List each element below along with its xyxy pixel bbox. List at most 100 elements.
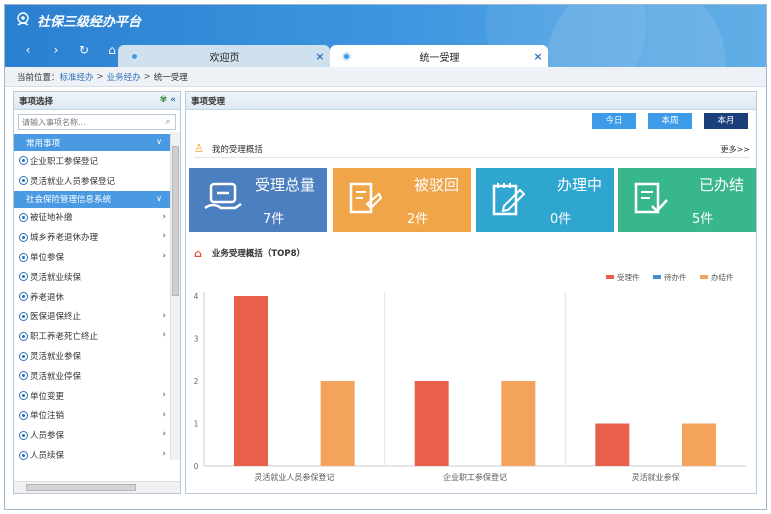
item-label: 养老退休: [30, 292, 65, 303]
rejected-doc-icon: [349, 182, 383, 214]
item-bullet-icon: [19, 430, 28, 440]
list-item[interactable]: 被征地补缴 ›: [14, 208, 170, 228]
item-label: 单位变更: [30, 391, 65, 402]
collapse-left-icon[interactable]: «: [170, 95, 176, 105]
card-rejected[interactable]: 被驳回 2件: [333, 168, 471, 232]
legend-swatch: [700, 275, 708, 279]
item-bullet-icon: [19, 371, 28, 381]
tab-welcome[interactable]: 欢迎页 ×: [118, 45, 330, 67]
vertical-scrollbar[interactable]: [170, 132, 180, 460]
item-bullet-icon: [19, 410, 28, 420]
back-icon[interactable]: ‹: [21, 43, 35, 57]
card-completed[interactable]: 已办结 5件: [618, 168, 756, 232]
close-icon[interactable]: ×: [528, 50, 548, 63]
breadcrumb-current: 统一受理: [153, 72, 188, 83]
item-bullet-icon: [19, 252, 28, 262]
main-header: 事项受理: [186, 92, 756, 110]
x-tick-label: 灵活就业人员参保登记: [254, 472, 334, 482]
chevron-right-icon: ›: [162, 211, 166, 222]
bar: [234, 296, 268, 466]
scrollbar-thumb[interactable]: [26, 484, 136, 491]
list-item[interactable]: 职工养老死亡终止 ›: [14, 326, 170, 346]
list-item[interactable]: 医保退保终止 ›: [14, 307, 170, 327]
breadcrumb-separator: >: [96, 71, 104, 82]
header-decoration: [546, 5, 726, 67]
item-bullet-icon: [19, 176, 28, 186]
item-label: 灵活就业停保: [30, 371, 82, 382]
list-item[interactable]: 人员续保 ›: [14, 445, 170, 465]
main-panel: 事项受理 今日 本周 本月 ♙ 我的受理概括 更多>> 受理总量 7件 被驳回 …: [185, 91, 757, 494]
list-item[interactable]: 单位参保 ›: [14, 247, 170, 267]
chevron-down-icon: ∨: [156, 137, 162, 146]
done-doc-icon: [634, 182, 668, 214]
tab-unified-acceptance[interactable]: 统一受理 ×: [330, 45, 548, 67]
item-bullet-icon: [19, 156, 28, 166]
list-item[interactable]: 单位变更 ›: [14, 386, 170, 406]
app-brand: 社保三级经办平台: [15, 9, 141, 31]
legend-label: 受理件: [617, 272, 640, 282]
y-tick-label: 3: [194, 335, 199, 344]
item-bullet-icon: [19, 351, 28, 361]
item-label: 灵活就业参保: [30, 352, 82, 363]
search-icon[interactable]: ⌕: [161, 117, 175, 127]
list-item[interactable]: 企业职工参保登记: [14, 151, 170, 171]
y-tick-label: 4: [194, 292, 199, 301]
forward-icon[interactable]: ›: [49, 43, 63, 57]
y-tick-label: 2: [194, 377, 199, 386]
x-tick-label: 企业职工参保登记: [443, 472, 507, 482]
breadcrumb-separator: >: [143, 71, 151, 82]
list-item[interactable]: 灵活就业人员参保登记: [14, 171, 170, 191]
legend-swatch: [606, 275, 614, 279]
legend-label: 办结件: [711, 272, 734, 282]
group-common-items[interactable]: 常用事项 ∨: [14, 134, 170, 151]
period-week-button[interactable]: 本周: [648, 113, 692, 129]
item-bullet-icon: [19, 331, 28, 341]
app-window: 社保三级经办平台 ‹ › ↻ ⌂ 欢迎页 × 统一受理 × 当前位置： 标准经办…: [4, 4, 767, 510]
list-item[interactable]: 人员参保 ›: [14, 425, 170, 445]
item-bullet-icon: [19, 272, 28, 282]
item-bullet-icon: [19, 450, 28, 460]
group-label: 常用事项: [26, 138, 61, 149]
chart-title: 业务受理概括（TOP8）: [211, 249, 306, 259]
bar: [682, 423, 716, 466]
item-bullet-icon: [19, 311, 28, 321]
list-item[interactable]: 养老退休: [14, 287, 170, 307]
chevron-right-icon: ›: [162, 310, 166, 321]
more-link[interactable]: 更多>>: [721, 144, 750, 155]
scrollbar-thumb[interactable]: [172, 146, 179, 296]
item-label: 城乡养老退休办理: [30, 233, 99, 244]
horizontal-scrollbar[interactable]: [14, 481, 180, 493]
tab-label: 欢迎页: [209, 52, 240, 64]
home-icon[interactable]: ⌂: [105, 43, 119, 57]
list-item[interactable]: 灵活就业续保: [14, 267, 170, 287]
search-input[interactable]: [19, 115, 161, 129]
close-icon[interactable]: ×: [310, 50, 330, 63]
item-label: 人员参保: [30, 431, 65, 442]
x-tick-label: 灵活就业参保: [632, 472, 680, 482]
card-label: 已办结: [698, 176, 744, 194]
chart-container: 受理件 待办件 办结件 0 1 2 3 4 灵活就业人员参保登记 企业职工参保登记 灵活就业参保: [186, 262, 756, 492]
app-title: 社保三级经办平台: [37, 14, 142, 30]
card-total-accepted[interactable]: 受理总量 7件: [189, 168, 327, 232]
bar: [501, 381, 536, 466]
list-item[interactable]: 灵活就业参保: [14, 346, 170, 366]
list-item[interactable]: 城乡养老退休办理 ›: [14, 227, 170, 247]
bar: [414, 381, 449, 466]
card-in-progress[interactable]: 办理中 0件: [476, 168, 614, 232]
refresh-icon[interactable]: ↻: [77, 43, 91, 57]
item-label: 人员续保: [30, 451, 65, 462]
period-today-button[interactable]: 今日: [592, 113, 636, 129]
period-month-button[interactable]: 本月: [704, 113, 748, 129]
app-header: 社保三级经办平台 ‹ › ↻ ⌂ 欢迎页 × 统一受理 ×: [5, 5, 766, 67]
breadcrumb-business[interactable]: 业务经办: [107, 71, 141, 83]
list-item[interactable]: 灵活就业停保: [14, 366, 170, 386]
sidebar-header: 事项选择 ✾ «: [14, 92, 180, 110]
wallet-icon: [204, 182, 242, 210]
item-label: 医保退保终止: [30, 312, 82, 323]
group-social-insurance-system[interactable]: 社会保险管理信息系统 ∨: [14, 190, 170, 208]
tree-toggle-icon[interactable]: ✾: [160, 95, 168, 105]
list-item[interactable]: 单位注销 ›: [14, 406, 170, 426]
chevron-down-icon: ∨: [156, 193, 162, 203]
card-label: 受理总量: [254, 176, 315, 194]
breadcrumb-standard[interactable]: 标准经办: [60, 71, 94, 83]
